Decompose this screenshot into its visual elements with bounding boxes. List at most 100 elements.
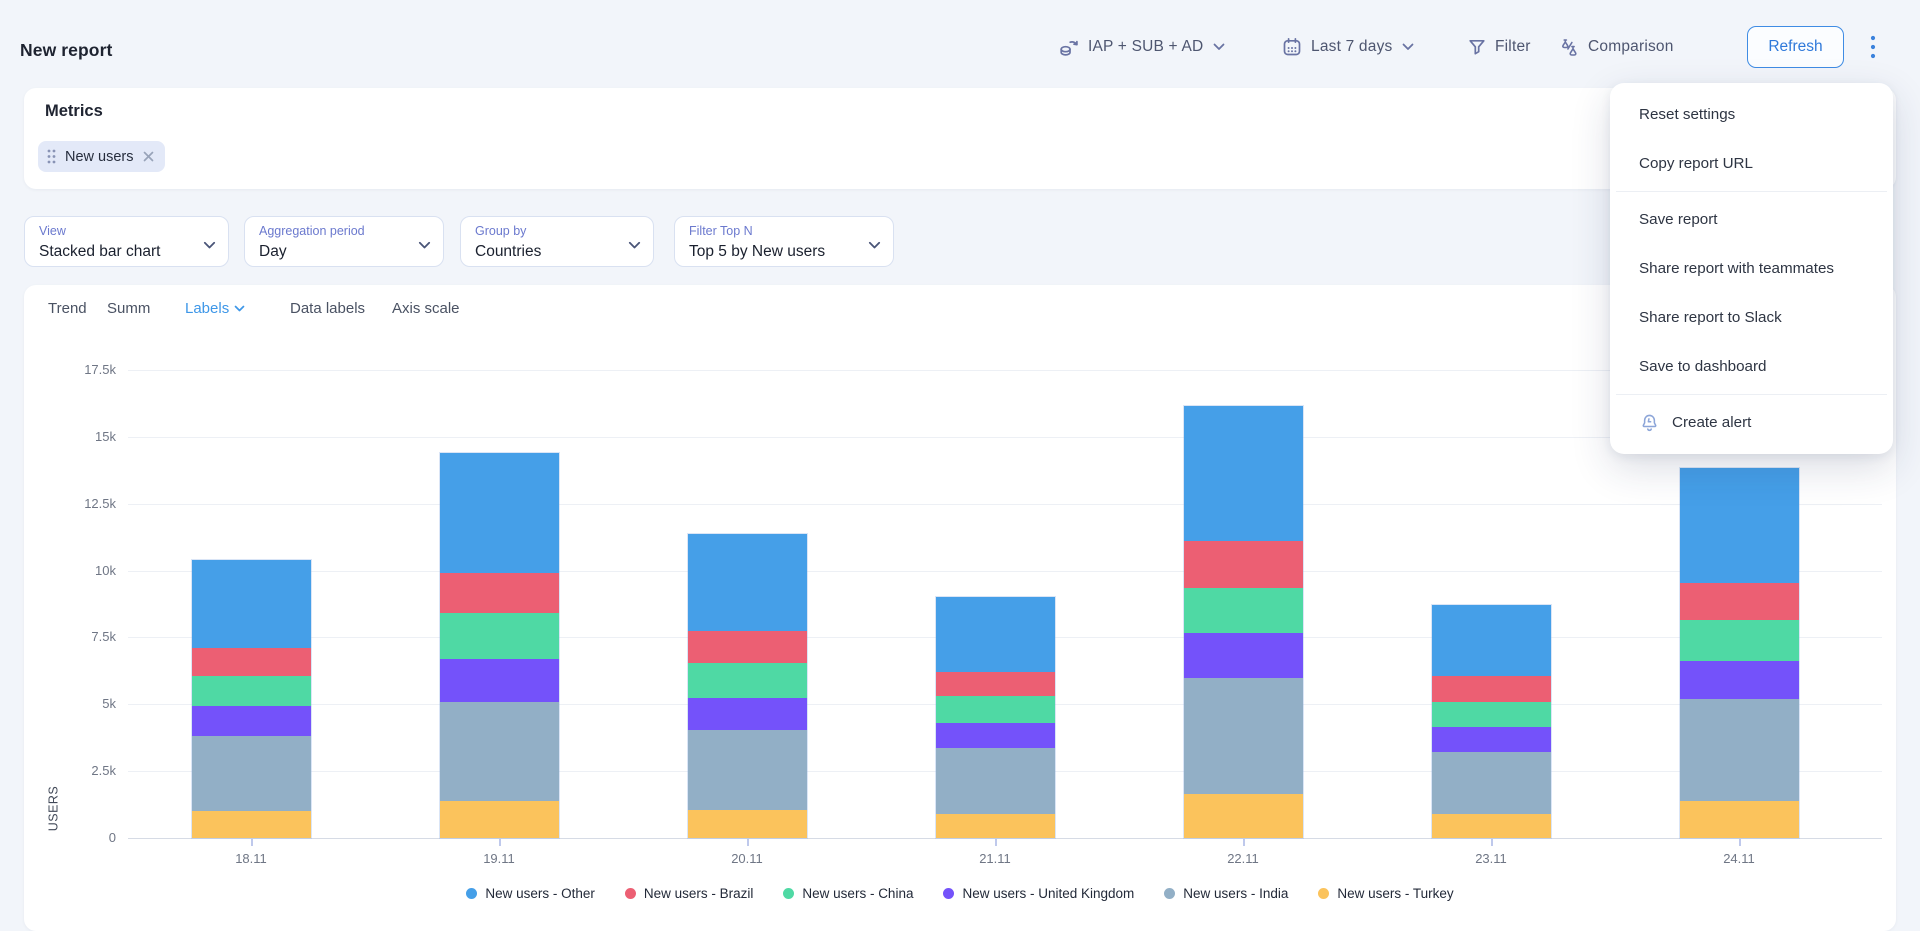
bar-segment[interactable] [192, 736, 311, 811]
bar-segment[interactable] [1432, 702, 1551, 727]
bar-segment[interactable] [1432, 814, 1551, 838]
x-axis-tick-label: 20.11 [712, 851, 782, 866]
group-by-select[interactable]: Group by Countries [460, 216, 654, 267]
revenue-type-selector[interactable]: IAP + SUB + AD [1058, 29, 1225, 65]
menu-item-save-to-dashboard[interactable]: Save to dashboard [1610, 342, 1893, 391]
legend-item[interactable]: New users - India [1164, 886, 1288, 901]
metrics-title: Metrics [45, 102, 103, 121]
bar-segment[interactable] [1184, 588, 1303, 633]
bar-segment[interactable] [936, 814, 1055, 838]
bar-segment[interactable] [688, 631, 807, 663]
menu-divider [1616, 394, 1887, 395]
bar-segment[interactable] [1680, 699, 1799, 801]
toolbar-labels[interactable]: Labels [185, 300, 245, 317]
stacked-bar-20.11[interactable] [688, 534, 807, 838]
bar-segment[interactable] [1184, 678, 1303, 794]
bar-segment[interactable] [192, 676, 311, 705]
toolbar-axis-scale[interactable]: Axis scale [392, 300, 460, 317]
bar-segment[interactable] [1432, 727, 1551, 752]
legend-item[interactable]: New users - United Kingdom [943, 886, 1134, 901]
bar-segment[interactable] [688, 810, 807, 838]
bar-segment[interactable] [440, 453, 559, 573]
legend-label: New users - Turkey [1337, 886, 1453, 901]
aggregation-period-select[interactable]: Aggregation period Day [244, 216, 444, 267]
metric-chip-new-users[interactable]: New users [38, 141, 165, 172]
report-context-menu: Reset settings Copy report URL Save repo… [1610, 83, 1893, 454]
bar-segment[interactable] [1680, 661, 1799, 698]
bar-segment[interactable] [192, 560, 311, 648]
menu-item-copy-report-url[interactable]: Copy report URL [1610, 139, 1893, 188]
bar-segment[interactable] [440, 801, 559, 838]
stacked-bar-24.11[interactable] [1680, 468, 1799, 838]
kebab-menu-icon[interactable] [1861, 29, 1885, 65]
bar-segment[interactable] [1184, 541, 1303, 588]
bar-segment[interactable] [192, 648, 311, 676]
chevron-down-icon [1402, 43, 1414, 51]
bar-segment[interactable] [936, 672, 1055, 696]
x-axis-tick-label: 19.11 [464, 851, 534, 866]
x-axis-tick [1491, 839, 1493, 846]
bar-segment[interactable] [440, 573, 559, 613]
y-axis-tick-label: 12.5k [52, 496, 116, 511]
bar-segment[interactable] [1680, 468, 1799, 583]
filter-button[interactable]: Filter [1467, 29, 1531, 65]
comparison-button[interactable]: Comparison [1558, 29, 1674, 65]
gridline [128, 838, 1882, 839]
bar-segment[interactable] [1680, 583, 1799, 620]
menu-item-reset-settings[interactable]: Reset settings [1610, 90, 1893, 139]
toolbar-summ[interactable]: Summ [107, 300, 150, 317]
filter-top-n-label: Filter Top N [689, 224, 753, 238]
stacked-bar-23.11[interactable] [1432, 605, 1551, 838]
bar-segment[interactable] [688, 534, 807, 630]
stacked-bar-19.11[interactable] [440, 453, 559, 838]
stacked-bar-21.11[interactable] [936, 597, 1055, 838]
view-select[interactable]: View Stacked bar chart [24, 216, 229, 267]
filter-top-n-select[interactable]: Filter Top N Top 5 by New users [674, 216, 894, 267]
bar-segment[interactable] [936, 696, 1055, 723]
bar-segment[interactable] [440, 613, 559, 658]
comparison-label: Comparison [1588, 38, 1674, 56]
legend-item[interactable]: New users - Turkey [1318, 886, 1453, 901]
legend-dot [1318, 888, 1329, 899]
menu-item-share-report-with-teammates[interactable]: Share report with teammates [1610, 244, 1893, 293]
legend-dot [625, 888, 636, 899]
refresh-button[interactable]: Refresh [1747, 26, 1844, 68]
bar-segment[interactable] [440, 702, 559, 801]
y-axis-tick-label: 0 [52, 830, 116, 845]
menu-item-save-report[interactable]: Save report [1610, 195, 1893, 244]
toolbar-trend[interactable]: Trend [48, 300, 87, 317]
bar-segment[interactable] [192, 811, 311, 838]
menu-item-share-report-to-slack[interactable]: Share report to Slack [1610, 293, 1893, 342]
bar-segment[interactable] [936, 597, 1055, 672]
date-range-selector[interactable]: Last 7 days [1281, 29, 1414, 65]
bell-icon [1639, 412, 1660, 433]
comparison-icon [1558, 36, 1580, 58]
bar-segment[interactable] [440, 659, 559, 702]
close-icon[interactable] [143, 151, 154, 162]
bar-segment[interactable] [1184, 794, 1303, 838]
bar-segment[interactable] [688, 730, 807, 810]
stacked-bar-22.11[interactable] [1184, 406, 1303, 838]
bar-segment[interactable] [1680, 801, 1799, 838]
bar-segment[interactable] [192, 706, 311, 737]
stacked-bar-18.11[interactable] [192, 560, 311, 838]
bar-segment[interactable] [936, 723, 1055, 748]
bar-segment[interactable] [1432, 676, 1551, 701]
legend-dot [1164, 888, 1175, 899]
bar-segment[interactable] [688, 663, 807, 698]
bar-segment[interactable] [1680, 620, 1799, 661]
x-axis-tick [499, 839, 501, 846]
menu-item-create-alert[interactable]: Create alert [1610, 398, 1893, 447]
bar-segment[interactable] [1432, 752, 1551, 814]
bar-segment[interactable] [1184, 406, 1303, 541]
bar-segment[interactable] [1184, 633, 1303, 677]
bar-segment[interactable] [936, 748, 1055, 814]
legend-item[interactable]: New users - Other [466, 886, 595, 901]
drag-handle-icon[interactable] [47, 149, 56, 164]
legend-item[interactable]: New users - China [783, 886, 913, 901]
toolbar-data-labels[interactable]: Data labels [290, 300, 365, 317]
bar-segment[interactable] [1432, 605, 1551, 676]
legend-item[interactable]: New users - Brazil [625, 886, 754, 901]
bar-segment[interactable] [688, 698, 807, 730]
chevron-down-icon [203, 237, 216, 255]
